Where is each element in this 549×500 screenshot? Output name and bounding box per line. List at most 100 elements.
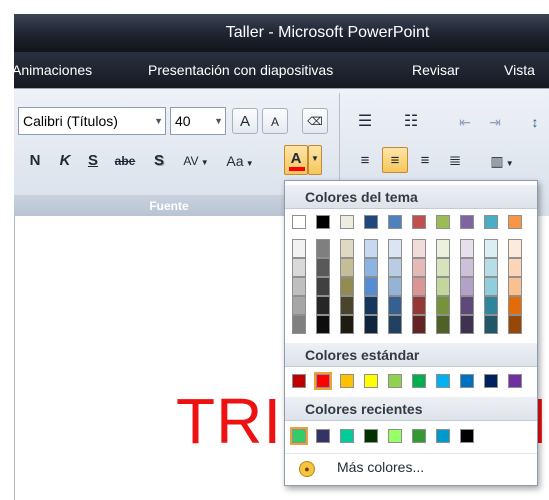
theme-shade-swatch[interactable] (484, 296, 498, 315)
align-left-button[interactable]: ≡ (352, 147, 378, 173)
theme-color-swatch[interactable] (436, 215, 450, 229)
theme-shade-swatch[interactable] (460, 296, 474, 315)
theme-shade-swatch[interactable] (460, 315, 474, 334)
standard-color-swatch[interactable] (412, 374, 426, 388)
theme-shade-swatch[interactable] (412, 315, 426, 334)
theme-shade-swatch[interactable] (316, 239, 330, 258)
theme-shade-swatch[interactable] (436, 239, 450, 258)
font-name-combo[interactable]: Calibri (Títulos) ▼ (18, 107, 166, 135)
recent-color-swatch[interactable] (436, 429, 450, 443)
standard-color-swatch[interactable] (484, 374, 498, 388)
theme-shade-swatch[interactable] (316, 277, 330, 296)
recent-color-swatch[interactable] (460, 429, 474, 443)
theme-shade-swatch[interactable] (484, 258, 498, 277)
standard-color-swatch[interactable] (508, 374, 522, 388)
theme-shade-swatch[interactable] (316, 315, 330, 334)
justify-button[interactable]: ≣ (442, 147, 468, 173)
theme-shade-swatch[interactable] (484, 315, 498, 334)
recent-color-swatch[interactable] (388, 429, 402, 443)
clear-format-button[interactable]: ⌫ (302, 108, 328, 134)
recent-color-swatch[interactable] (364, 429, 378, 443)
theme-shade-swatch[interactable] (364, 239, 378, 258)
theme-shade-swatch[interactable] (460, 277, 474, 296)
theme-shade-swatch[interactable] (412, 239, 426, 258)
theme-shade-swatch[interactable] (484, 277, 498, 296)
theme-shade-swatch[interactable] (508, 258, 522, 277)
theme-shade-swatch[interactable] (436, 315, 450, 334)
theme-shade-swatch[interactable] (364, 277, 378, 296)
grow-font-button[interactable]: A (232, 108, 258, 134)
theme-shade-swatch[interactable] (364, 315, 378, 334)
italic-button[interactable]: K (52, 147, 78, 173)
theme-color-swatch[interactable] (364, 215, 378, 229)
theme-shade-swatch[interactable] (460, 258, 474, 277)
theme-shade-swatch[interactable] (364, 296, 378, 315)
theme-shade-swatch[interactable] (292, 315, 306, 334)
standard-color-swatch[interactable] (388, 374, 402, 388)
theme-shade-swatch[interactable] (316, 296, 330, 315)
line-spacing-button[interactable]: ↕ (524, 108, 546, 134)
theme-shade-swatch[interactable] (412, 258, 426, 277)
theme-shade-swatch[interactable] (508, 315, 522, 334)
standard-color-swatch[interactable] (364, 374, 378, 388)
theme-shade-swatch[interactable] (508, 239, 522, 258)
theme-shade-swatch[interactable] (412, 277, 426, 296)
tab-presentacion[interactable]: Presentación con diapositivas (148, 52, 333, 88)
align-right-button[interactable]: ≡ (412, 147, 438, 173)
chevron-down-icon[interactable]: ▼ (214, 108, 223, 134)
more-colors-item[interactable]: ● Más colores... (285, 453, 537, 483)
theme-shade-swatch[interactable] (508, 296, 522, 315)
shrink-font-button[interactable]: A (262, 108, 288, 134)
tab-vista[interactable]: Vista (504, 52, 535, 88)
theme-shade-swatch[interactable] (340, 239, 354, 258)
change-case-button[interactable]: Aa ▼ (220, 147, 260, 173)
theme-shade-swatch[interactable] (508, 277, 522, 296)
standard-color-swatch[interactable] (436, 374, 450, 388)
tab-revisar[interactable]: Revisar (412, 52, 459, 88)
theme-color-swatch[interactable] (484, 215, 498, 229)
standard-color-swatch[interactable] (314, 372, 332, 390)
theme-shade-swatch[interactable] (436, 258, 450, 277)
theme-shade-swatch[interactable] (364, 258, 378, 277)
theme-shade-swatch[interactable] (292, 258, 306, 277)
standard-color-swatch[interactable] (292, 374, 306, 388)
strikethrough-button[interactable]: abe (110, 147, 140, 173)
increase-indent-button[interactable]: ⇥ (482, 108, 508, 134)
font-color-dropdown[interactable]: ▼ (308, 145, 322, 175)
chevron-down-icon[interactable]: ▼ (154, 108, 163, 134)
theme-shade-swatch[interactable] (388, 239, 402, 258)
theme-shade-swatch[interactable] (388, 277, 402, 296)
theme-shade-swatch[interactable] (388, 315, 402, 334)
character-spacing-button[interactable]: AV ▼ (176, 147, 216, 173)
theme-shade-swatch[interactable] (340, 315, 354, 334)
bullets-button[interactable]: ☰ (352, 108, 378, 134)
theme-color-swatch[interactable] (508, 215, 522, 229)
theme-color-swatch[interactable] (316, 215, 330, 229)
theme-shade-swatch[interactable] (340, 258, 354, 277)
font-size-combo[interactable]: 40 ▼ (170, 107, 226, 135)
theme-shade-swatch[interactable] (292, 296, 306, 315)
theme-shade-swatch[interactable] (388, 258, 402, 277)
recent-color-swatch[interactable] (412, 429, 426, 443)
recent-color-swatch[interactable] (316, 429, 330, 443)
theme-shade-swatch[interactable] (388, 296, 402, 315)
tab-animaciones[interactable]: Animaciones (12, 52, 92, 88)
font-color-button[interactable]: A (284, 145, 308, 175)
theme-shade-swatch[interactable] (340, 296, 354, 315)
theme-color-swatch[interactable] (460, 215, 474, 229)
align-center-button[interactable]: ≡ (382, 147, 408, 173)
theme-color-swatch[interactable] (340, 215, 354, 229)
shadow-button[interactable]: S (146, 147, 172, 173)
theme-color-swatch[interactable] (412, 215, 426, 229)
theme-shade-swatch[interactable] (340, 277, 354, 296)
underline-button[interactable]: S (80, 147, 106, 173)
theme-shade-swatch[interactable] (316, 258, 330, 277)
theme-shade-swatch[interactable] (460, 239, 474, 258)
theme-shade-swatch[interactable] (436, 277, 450, 296)
decrease-indent-button[interactable]: ⇤ (452, 108, 478, 134)
numbering-button[interactable]: ☷ (398, 108, 424, 134)
columns-button[interactable]: ▥ ▼ (482, 147, 522, 173)
standard-color-swatch[interactable] (340, 374, 354, 388)
theme-color-swatch[interactable] (292, 215, 306, 229)
recent-color-swatch[interactable] (340, 429, 354, 443)
